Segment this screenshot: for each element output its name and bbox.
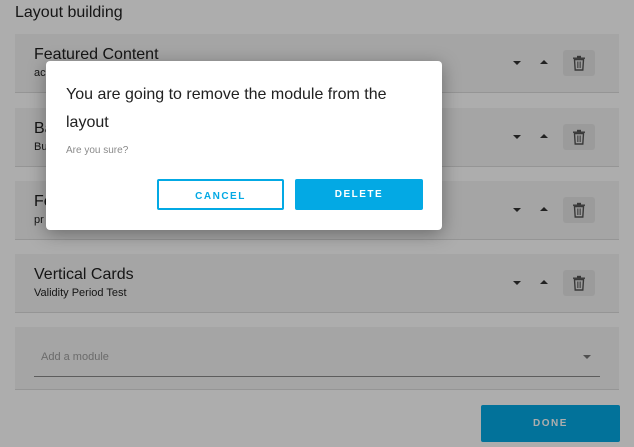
delete-button[interactable]: DELETE: [295, 179, 423, 210]
cancel-button[interactable]: CANCEL: [157, 179, 284, 210]
remove-module-dialog: You are going to remove the module from …: [46, 61, 442, 230]
dialog-title: You are going to remove the module from …: [66, 86, 387, 131]
dialog-subtitle: Are you sure?: [66, 145, 129, 156]
